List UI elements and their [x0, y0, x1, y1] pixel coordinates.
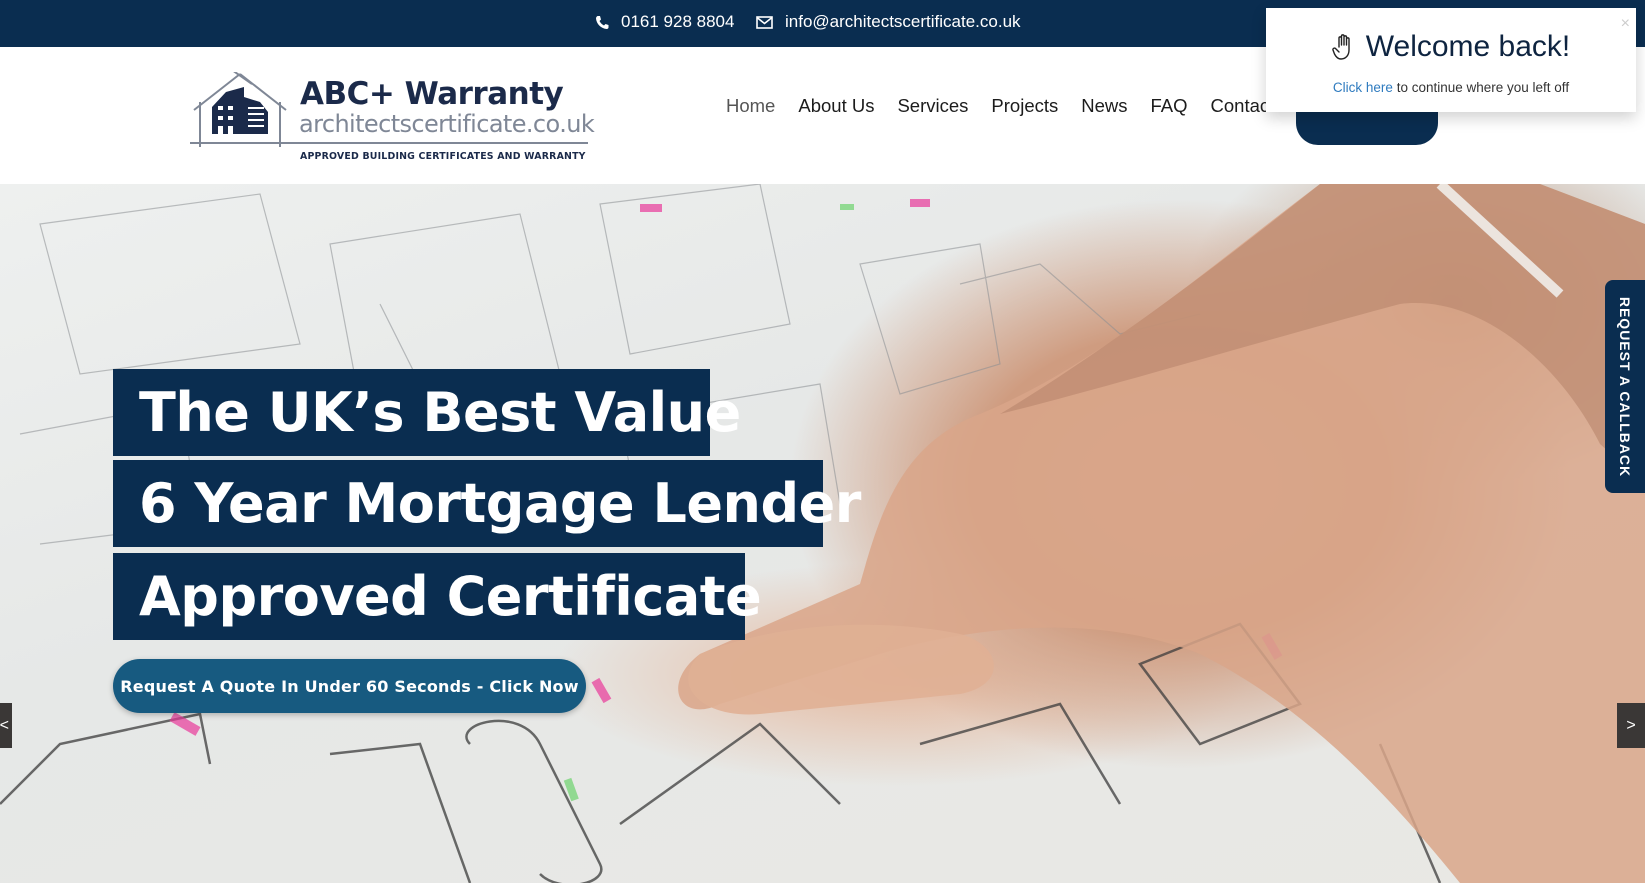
nav-faq[interactable]: FAQ — [1151, 95, 1188, 117]
continue-link[interactable]: Click here — [1333, 80, 1393, 95]
popup-title: Welcome back! — [1266, 30, 1636, 64]
house-buildings-icon — [193, 72, 287, 147]
hero-headline-line-1: The UK’s Best Value — [113, 369, 741, 456]
email-address: info@architectscertificate.co.uk — [785, 12, 1021, 31]
request-callback-tab[interactable]: REQUEST A CALLBACK — [1605, 280, 1645, 493]
hero-headline-line-2: 6 Year Mortgage Lender — [113, 460, 861, 547]
logo-brand: ABC+ Warranty — [300, 76, 564, 112]
main-nav: Home About Us Services Projects News FAQ… — [726, 95, 1297, 117]
email-link[interactable]: info@architectscertificate.co.uk — [756, 12, 1021, 32]
hero-slider: The UK’s Best Value 6 Year Mortgage Lend… — [0, 184, 1645, 883]
hero-headline-line-3: Approved Certificate — [113, 553, 762, 640]
nav-about-us[interactable]: About Us — [798, 95, 874, 117]
popup-message: Click here to continue where you left of… — [1266, 80, 1636, 95]
slider-next-arrow[interactable]: > — [1617, 703, 1645, 748]
popup-message-text: to continue where you left off — [1392, 80, 1570, 95]
nav-projects[interactable]: Projects — [991, 95, 1058, 117]
logo-tagline: APPROVED BUILDING CERTIFICATES AND WARRA… — [300, 151, 586, 162]
request-quote-button[interactable]: Request A Quote In Under 60 Seconds - Cl… — [113, 659, 586, 713]
phone-link[interactable]: 0161 928 8804 — [595, 12, 734, 32]
nav-news[interactable]: News — [1081, 95, 1127, 117]
nav-contact[interactable]: Contact — [1211, 95, 1275, 117]
logo-domain: architectscertificate.co.uk — [299, 110, 595, 138]
nav-home[interactable]: Home — [726, 95, 775, 117]
envelope-icon — [756, 15, 773, 29]
request-callback-label: REQUEST A CALLBACK — [1617, 296, 1633, 477]
logo-rule — [190, 142, 588, 144]
phone-icon — [595, 15, 609, 30]
raised-hand-icon — [1331, 33, 1356, 61]
welcome-back-popup: × Welcome back! Click here to continue w… — [1266, 8, 1636, 112]
slider-prev-arrow[interactable]: < — [0, 703, 12, 748]
phone-number: 0161 928 8804 — [621, 12, 735, 31]
site-logo[interactable]: ABC+ Warranty architectscertificate.co.u… — [190, 72, 595, 164]
popup-title-text: Welcome back! — [1365, 30, 1571, 63]
nav-services[interactable]: Services — [897, 95, 968, 117]
